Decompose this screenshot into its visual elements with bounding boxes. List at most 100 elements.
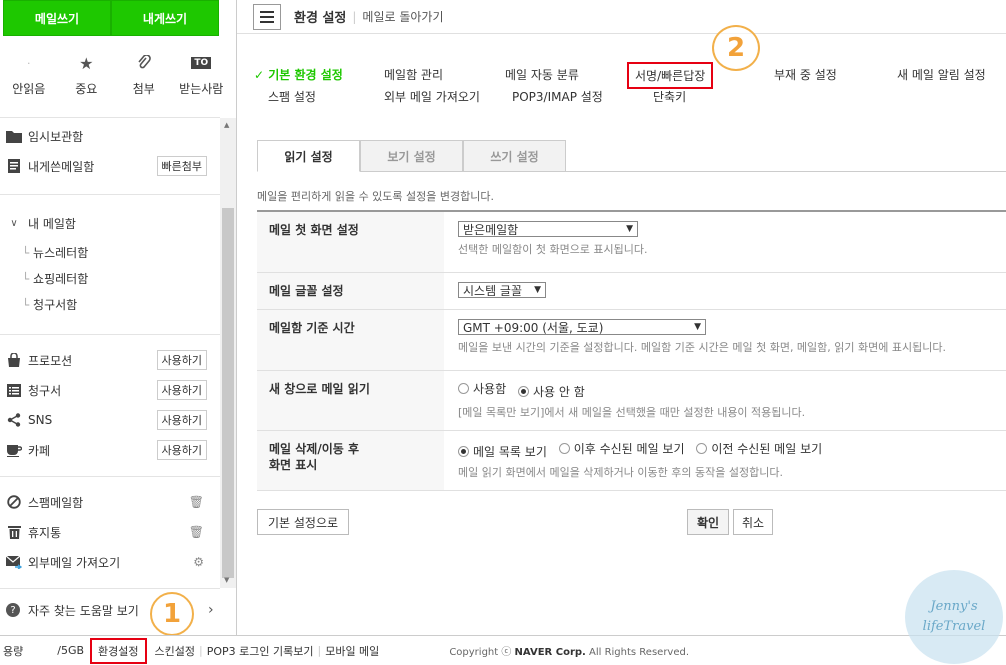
copyright: Copyright ⓒ NAVER Corp. All Rights Reser…: [449, 647, 690, 658]
radio-next-mail[interactable]: 이후 수신된 메일 보기: [558, 440, 685, 457]
folder-external-mail[interactable]: 외부메일 가져오기 ⚙: [0, 550, 220, 574]
divider: [0, 588, 220, 589]
folder-spam[interactable]: 스팸메일함 🗑: [0, 490, 220, 514]
write-self-button[interactable]: 내게쓰기: [111, 0, 219, 36]
service-sns[interactable]: SNS 사용하기: [0, 408, 220, 432]
nav-away[interactable]: 부재 중 설정: [774, 66, 837, 83]
settings-table: 메일 첫 화면 설정 받은메일함 ▼ 선택한 메일함이 첫 화면으로 표시됩니다.…: [257, 210, 1006, 491]
subfolder-bills[interactable]: └ 청구서함: [22, 296, 77, 313]
radio-mail-list[interactable]: 메일 목록 보기: [458, 443, 547, 460]
service-promotion[interactable]: 프로모션 사용하기: [0, 348, 220, 372]
back-to-mail-link[interactable]: 메일로 돌아가기: [362, 8, 443, 25]
trash-bin-icon: [0, 525, 28, 539]
divider: [0, 334, 220, 335]
tab-underline: [566, 171, 1006, 172]
trash-icon[interactable]: 🗑: [189, 495, 204, 509]
quick-important[interactable]: ★ 중요: [59, 50, 114, 110]
quick-attachment[interactable]: 첨부: [116, 50, 171, 110]
folder-self-sent[interactable]: 내게쓴메일함 빠른첨부: [0, 154, 220, 178]
coffee-cup-icon: [0, 444, 28, 457]
mobile-mail-link[interactable]: 모바일 메일: [325, 643, 379, 659]
settings-description: 메일을 편리하게 읽을 수 있도록 설정을 변경합니다.: [257, 190, 494, 203]
envelope-unread-icon: ·: [27, 56, 31, 70]
radio-use[interactable]: 사용함: [458, 380, 506, 397]
annotation-number-one: 1: [150, 592, 194, 636]
use-promotion-button[interactable]: 사용하기: [156, 350, 207, 370]
nav-basic-settings[interactable]: ✓ 기본 환경 설정: [254, 66, 343, 83]
radio-not-use[interactable]: 사용 안 함: [517, 383, 585, 400]
compose-buttons: 메일쓰기 내게쓰기: [3, 0, 219, 36]
quick-unread[interactable]: · 안읽음: [1, 50, 56, 110]
nav-shortcut[interactable]: 단축키: [653, 88, 686, 105]
first-screen-select[interactable]: 받은메일함 ▼: [458, 221, 638, 237]
use-bills-button[interactable]: 사용하기: [156, 380, 207, 400]
help-icon: ?: [6, 603, 20, 617]
capacity-label: 용량: [3, 644, 24, 658]
row-font: 메일 글꼴 설정 시스템 글꼴 ▼: [257, 273, 1006, 310]
tab-read[interactable]: 읽기 설정: [257, 140, 360, 172]
scroll-up-icon[interactable]: ▲: [224, 121, 229, 129]
nav-spam[interactable]: 스팸 설정: [268, 88, 316, 105]
use-sns-button[interactable]: 사용하기: [156, 410, 207, 430]
capacity-size: /5GB: [57, 644, 85, 657]
divider: [0, 476, 220, 477]
row-timezone: 메일함 기준 시간 GMT +09:00 (서울, 도쿄) ▼ 메일을 보낸 시간…: [257, 310, 1006, 371]
external-mail-icon: [0, 555, 28, 569]
subfolder-shopping[interactable]: └ 쇼핑레터함: [22, 270, 88, 287]
write-mail-button[interactable]: 메일쓰기: [3, 0, 111, 36]
tab-view[interactable]: 보기 설정: [360, 140, 463, 172]
ok-button[interactable]: 확인: [687, 509, 729, 535]
block-icon: [0, 495, 28, 509]
divider: [0, 117, 220, 118]
quick-attach-button[interactable]: 빠른첨부: [156, 156, 207, 176]
shopping-bag-icon: [0, 353, 28, 367]
timezone-select[interactable]: GMT +09:00 (서울, 도쿄) ▼: [458, 319, 706, 335]
scroll-down-icon[interactable]: ▼: [224, 576, 229, 584]
quick-filters: · 안읽음 ★ 중요 첨부 TO 받는사람: [0, 50, 230, 110]
chevron-down-icon: ∨: [10, 217, 18, 229]
row-new-window: 새 창으로 메일 읽기 사용함 사용 안 함 [메일 목록만 보기]에서 새 메…: [257, 371, 1006, 431]
settings-nav: ✓ 기본 환경 설정 메일함 관리 메일 자동 분류 서명/빠른답장 부재 중 …: [237, 62, 1006, 105]
nav-auto-sort[interactable]: 메일 자동 분류: [505, 66, 579, 83]
gear-icon[interactable]: ⚙: [193, 555, 204, 569]
subfolder-newsletter[interactable]: └ 뉴스레터함: [22, 244, 88, 261]
nav-external[interactable]: 외부 메일 가져오기: [384, 88, 480, 105]
settings-link[interactable]: 환경설정: [90, 637, 147, 664]
folder-drafts[interactable]: 임시보관함: [0, 124, 220, 148]
radio-prev-mail[interactable]: 이전 수신된 메일 보기: [696, 440, 822, 457]
row-after-delete: 메일 삭제/이동 후 화면 표시 메일 목록 보기 이후 수신된 메일 보기 이전…: [257, 431, 1006, 491]
folder-icon: [0, 130, 28, 143]
scrollbar-thumb[interactable]: [222, 208, 234, 578]
watermark-logo: Jenny's lifeTravel: [905, 570, 1003, 664]
topbar: 환경 설정 | 메일로 돌아가기: [237, 0, 1006, 34]
document-icon: [0, 159, 28, 173]
folder-trash[interactable]: 휴지통 🗑: [0, 520, 220, 544]
sidebar: 메일쓰기 내게쓰기 · 안읽음 ★ 중요 첨부 TO 받는사람 임시보관함 내게…: [0, 0, 237, 635]
annotation-number-two: 2: [712, 25, 760, 71]
tab-write[interactable]: 쓰기 설정: [463, 140, 566, 172]
settings-tabs: 읽기 설정 보기 설정 쓰기 설정: [257, 140, 566, 172]
divider: [0, 194, 220, 195]
quick-recipient[interactable]: TO 받는사람: [174, 50, 229, 110]
nav-mailbox-manage[interactable]: 메일함 관리: [384, 66, 443, 83]
menu-icon[interactable]: [253, 3, 281, 30]
font-select[interactable]: 시스템 글꼴 ▼: [458, 282, 546, 298]
use-cafe-button[interactable]: 사용하기: [156, 440, 207, 460]
cancel-button[interactable]: 취소: [733, 509, 773, 535]
nav-alert[interactable]: 새 메일 알림 설정: [897, 66, 986, 83]
skin-settings-link[interactable]: 스킨설정: [155, 643, 195, 659]
pop3-log-link[interactable]: POP3 로그인 기록보기: [207, 643, 314, 659]
my-mailbox-toggle[interactable]: ∨ 내 메일함: [0, 211, 220, 235]
nav-pop3[interactable]: POP3/IMAP 설정: [512, 88, 603, 105]
row-first-screen: 메일 첫 화면 설정 받은메일함 ▼ 선택한 메일함이 첫 화면으로 표시됩니다.: [257, 212, 1006, 273]
to-icon: TO: [191, 50, 212, 76]
service-cafe[interactable]: 카페 사용하기: [0, 438, 220, 462]
sidebar-scrollbar[interactable]: ▲ ▼: [220, 118, 236, 588]
help-link[interactable]: ? 자주 찾는 도움말 보기 ›: [0, 596, 230, 624]
trash-icon[interactable]: 🗑: [189, 525, 204, 539]
reset-defaults-button[interactable]: 기본 설정으로: [257, 509, 349, 535]
page-title: 환경 설정: [294, 11, 347, 26]
chevron-right-icon: ›: [208, 602, 214, 618]
nav-signature[interactable]: 서명/빠른답장: [627, 62, 714, 89]
service-bills[interactable]: 청구서 사용하기: [0, 378, 220, 402]
